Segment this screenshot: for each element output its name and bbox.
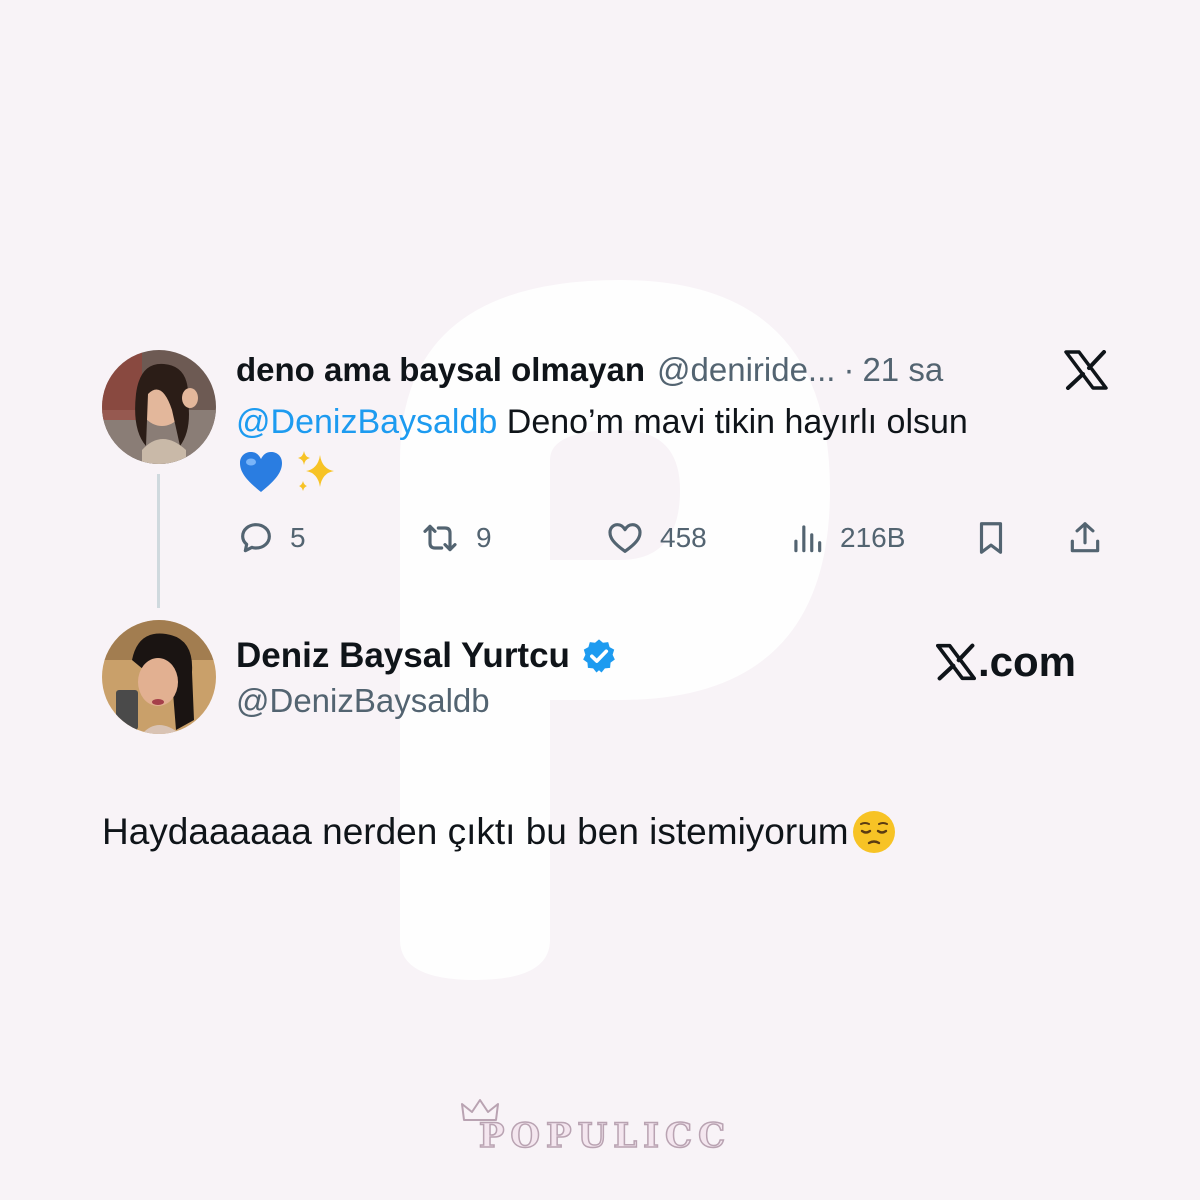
tweet-emoji-row [238, 448, 340, 496]
brand-text: POPULICC [478, 1115, 732, 1157]
reply-body: Haydaaaaaa nerden çıktı bu ben istemiyor… [102, 806, 897, 858]
display-name[interactable]: Deniz Baysal Yurtcu [236, 636, 570, 676]
user-handle[interactable]: @deniride... [657, 351, 835, 389]
like-count: 458 [660, 522, 707, 553]
share-action[interactable] [1066, 515, 1104, 561]
tweet-actions: 5 9 458 216B [236, 515, 1116, 561]
tweet-body: @DenizBaysaldb Deno’m mavi tikin hayırlı… [236, 398, 1116, 446]
avatar[interactable] [102, 620, 216, 734]
mention-link[interactable]: @DenizBaysaldb [236, 403, 497, 441]
avatar[interactable] [102, 350, 216, 464]
views-count: 216B [840, 522, 906, 553]
x-com-label: .com [936, 636, 1076, 688]
repost-count: 9 [476, 522, 492, 553]
heart-icon [608, 523, 642, 553]
x-logo-icon [936, 643, 976, 681]
user-handle[interactable]: @DenizBaysaldb [236, 682, 490, 720]
reply-count: 5 [290, 522, 306, 553]
pensive-face-emoji [852, 811, 895, 853]
display-name[interactable]: deno ama baysal olmayan [236, 351, 645, 389]
thread-connector-line [157, 474, 160, 608]
views-icon [794, 525, 822, 553]
site-domain-text: .com [978, 638, 1077, 685]
tweet-text: Deno’m mavi tikin hayırlı olsun [497, 403, 968, 441]
separator-dot: · [843, 351, 855, 388]
share-icon [1070, 522, 1100, 553]
tweet-screenshot: deno ama baysal olmayan @deniride... · 2… [0, 0, 1200, 1200]
x-logo-icon [1064, 350, 1108, 390]
sparkles-emoji [298, 451, 334, 491]
tweet-header: deno ama baysal olmayan @deniride... · 2… [236, 348, 943, 392]
verified-badge-icon [583, 639, 615, 673]
blue-heart-emoji [240, 452, 282, 492]
reply-text: Haydaaaaaa nerden çıktı bu ben istemiyor… [102, 811, 849, 852]
bookmark-icon [979, 522, 1003, 554]
reply-header: Deniz Baysal Yurtcu [236, 632, 618, 680]
tweet-time[interactable]: 21 sa [862, 351, 943, 389]
views-action[interactable]: 216B [788, 515, 905, 561]
repost-icon [423, 524, 457, 552]
bookmark-action[interactable] [972, 515, 1010, 561]
repost-action[interactable]: 9 [418, 515, 492, 561]
reply-icon [241, 523, 271, 553]
like-action[interactable]: 458 [604, 515, 707, 561]
populicc-logo: POPULICC [460, 1098, 750, 1162]
reply-action[interactable]: 5 [236, 515, 306, 561]
